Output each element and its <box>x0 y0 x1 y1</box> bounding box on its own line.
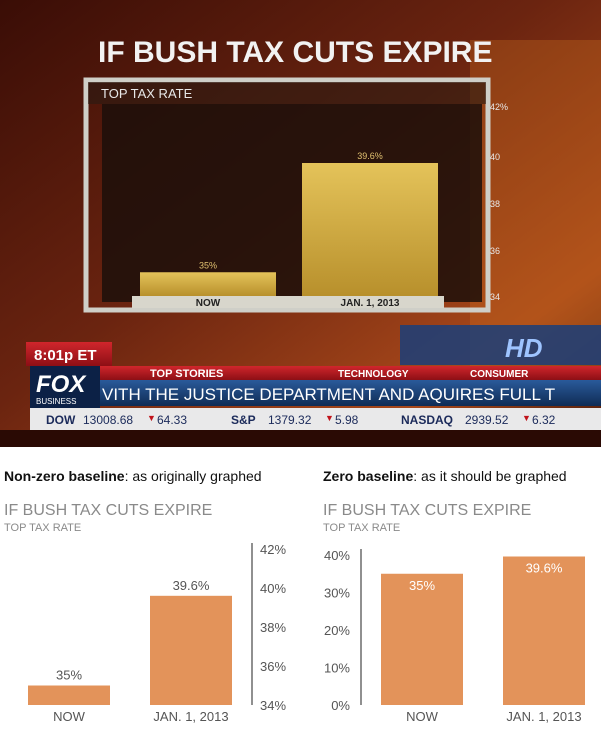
market-change: 5.98 <box>335 413 359 427</box>
x-category-label: JAN. 1, 2013 <box>506 709 581 724</box>
x-category-label: NOW <box>406 709 439 724</box>
tab-top-stories: TOP STORIES <box>150 368 223 380</box>
fox-logo-sub: BUSINESS <box>36 397 76 406</box>
broadcast-y-tick-label: 42% <box>490 102 508 112</box>
left-panel-heading-rest: : as originally graphed <box>124 468 262 484</box>
ticker-text: VITH THE JUSTICE DEPARTMENT AND AQUIRES … <box>102 385 555 404</box>
fox-logo: FOX <box>36 371 87 398</box>
market-value: 13008.68 <box>83 413 133 427</box>
time-label: 8:01p ET <box>34 347 97 364</box>
left-chart-subtitle: TOP TAX RATE <box>4 522 82 534</box>
y-tick-label: 10% <box>324 661 350 676</box>
bar-now <box>381 573 463 705</box>
down-arrow-icon: ▼ <box>147 413 156 423</box>
broadcast-category-label: JAN. 1, 2013 <box>341 298 400 309</box>
broadcast-subtitle: TOP TAX RATE <box>101 86 193 101</box>
broadcast-screenshot: IF BUSH TAX CUTS EXPIRE TOP TAX RATE 35%… <box>0 0 601 447</box>
tab-technology: TECHNOLOGY <box>338 369 409 380</box>
bar-value-label: 39.6% <box>173 578 210 593</box>
hd-panel <box>400 325 601 365</box>
market-value: 2939.52 <box>465 413 509 427</box>
y-tick-label: 40% <box>324 548 350 563</box>
right-chart: 0% 10% 20% 30% 40% 35% NOW 39.6% JAN. 1, 2013 <box>324 548 585 724</box>
bar-value-label: 35% <box>409 578 435 593</box>
broadcast-bar-2 <box>302 163 438 296</box>
bar-jan-1-2013 <box>503 556 585 705</box>
right-panel-heading: Zero baseline: as it should be graphed <box>323 468 567 484</box>
y-tick-label: 38% <box>260 620 286 635</box>
right-chart-subtitle: TOP TAX RATE <box>323 522 401 534</box>
broadcast-value-label: 39.6% <box>357 151 383 161</box>
y-tick-label: 42% <box>260 542 286 557</box>
left-panel-heading-bold: Non-zero baseline <box>4 468 125 484</box>
market-change: 6.32 <box>532 413 556 427</box>
down-arrow-icon: ▼ <box>325 413 334 423</box>
broadcast-bar-1 <box>140 272 276 296</box>
bar-now <box>28 685 110 705</box>
left-chart-title: IF BUSH TAX CUTS EXPIRE <box>4 502 213 519</box>
down-arrow-icon: ▼ <box>522 413 531 423</box>
market-name: NASDAQ <box>401 413 453 427</box>
x-category-label: JAN. 1, 2013 <box>153 709 228 724</box>
market-name: DOW <box>46 413 76 427</box>
right-chart-title: IF BUSH TAX CUTS EXPIRE <box>323 502 532 519</box>
left-chart: 34% 36% 38% 40% 42% 35% NOW 39.6% JAN. 1, 2013 <box>28 542 286 724</box>
broadcast-value-label: 35% <box>199 260 217 270</box>
broadcast-y-tick-label: 38 <box>490 199 500 209</box>
y-tick-label: 20% <box>324 623 350 638</box>
y-tick-label: 40% <box>260 581 286 596</box>
right-panel-heading-rest: : as it should be graphed <box>413 468 567 484</box>
broadcast-headline: IF BUSH TAX CUTS EXPIRE <box>98 36 492 69</box>
y-tick-label: 30% <box>324 586 350 601</box>
market-change: 64.33 <box>157 413 187 427</box>
screen-bottom <box>0 430 601 447</box>
right-panel-heading-bold: Zero baseline <box>323 468 414 484</box>
bar-value-label: 39.6% <box>526 561 563 576</box>
hd-badge: HD <box>505 333 543 363</box>
y-tick-label: 34% <box>260 698 286 713</box>
broadcast-y-tick-label: 34 <box>490 292 500 302</box>
x-category-label: NOW <box>53 709 86 724</box>
y-tick-label: 0% <box>331 698 350 713</box>
left-panel-heading: Non-zero baseline: as originally graphed <box>4 468 262 484</box>
tab-consumer: CONSUMER <box>470 369 529 380</box>
market-name: S&P <box>231 413 256 427</box>
bar-value-label: 35% <box>56 668 82 683</box>
market-ticker: DOW 13008.68 ▼ 64.33 S&P 1379.32 ▼ 5.98 NASDAQ 29… <box>46 413 556 427</box>
y-tick-label: 36% <box>260 659 286 674</box>
broadcast-y-tick-label: 40 <box>490 152 500 162</box>
market-value: 1379.32 <box>268 413 312 427</box>
broadcast-category-label: NOW <box>196 298 221 309</box>
broadcast-y-tick-label: 36 <box>490 246 500 256</box>
bar-jan-1-2013 <box>150 595 232 705</box>
